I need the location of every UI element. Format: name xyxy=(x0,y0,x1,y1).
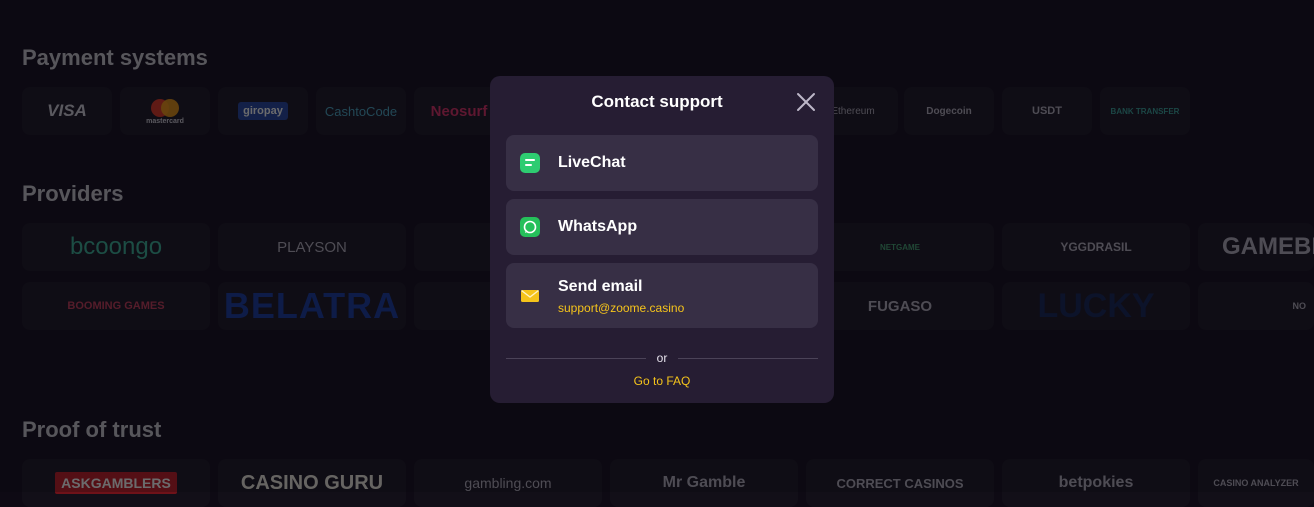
envelope-icon xyxy=(521,289,539,302)
close-icon[interactable] xyxy=(795,91,817,113)
whatsapp-label: WhatsApp xyxy=(558,218,638,235)
whatsapp-option[interactable]: WhatsApp xyxy=(506,199,818,255)
support-email-address: support@zoome.casino xyxy=(558,301,685,315)
divider-left xyxy=(506,358,646,359)
or-label: or xyxy=(656,351,668,365)
send-email-option[interactable]: Send email support@zoome.casino xyxy=(506,263,818,328)
chat-icon xyxy=(520,153,540,173)
go-to-faq-link[interactable]: Go to FAQ xyxy=(600,374,724,388)
send-email-label: Send email xyxy=(558,278,643,295)
modal-title: Contact support xyxy=(591,92,723,111)
livechat-label: LiveChat xyxy=(558,154,626,171)
divider-right xyxy=(678,358,818,359)
whatsapp-icon xyxy=(520,217,540,237)
livechat-option[interactable]: LiveChat xyxy=(506,135,818,191)
